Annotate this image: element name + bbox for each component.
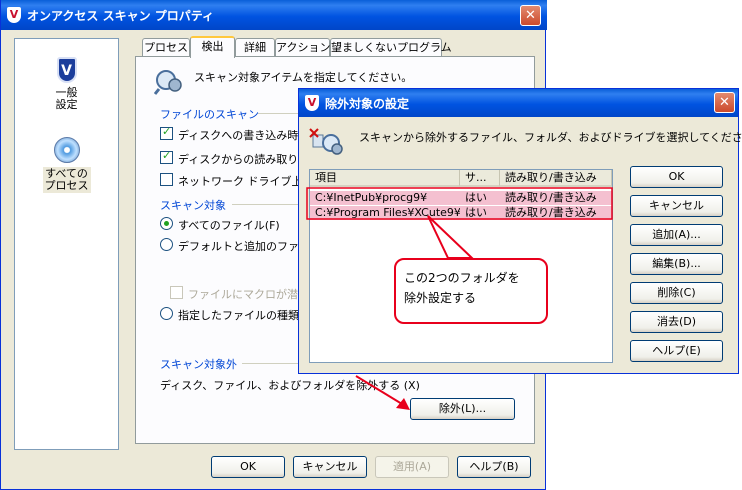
close-button[interactable]: ✕	[520, 5, 541, 26]
apply-button: 適用(A)	[375, 456, 449, 478]
all-files-radio[interactable]	[160, 217, 173, 230]
list-item-subfolders: はい	[465, 206, 487, 219]
sidebar-item-all-processes[interactable]: すべての プロセス	[15, 137, 118, 193]
dialog-close-button[interactable]: ✕	[714, 92, 735, 113]
network-scan-checkbox[interactable]	[160, 173, 173, 186]
app-shield-icon: V	[305, 95, 319, 111]
read-scan-label: ディスクからの読み取り時(	[178, 153, 314, 166]
dialog-title: 除外対象の設定	[325, 97, 410, 111]
macro-checkbox	[170, 286, 183, 299]
list-item[interactable]: C:¥InetPub¥procg9¥ はい 読み取り/書き込み	[310, 191, 612, 205]
column-header-subfolders[interactable]: サ...	[460, 170, 500, 187]
tab-unwanted-programs[interactable]: 望ましくないプログラム	[330, 38, 452, 57]
write-scan-label: ディスクへの書き込み時(	[178, 129, 303, 142]
list-item-read-write: 読み取り/書き込み	[505, 206, 597, 219]
exclusions-group-label: スキャン対象外	[160, 358, 237, 371]
help-button[interactable]: ヘルプ(B)	[457, 456, 531, 478]
sidebar: V 一般 設定 すべての プロセス	[14, 38, 119, 450]
list-item-path: C:¥InetPub¥procg9¥	[315, 191, 428, 204]
specified-types-radio[interactable]	[160, 307, 173, 320]
specified-types-label: 指定したファイルの種類(H	[178, 309, 312, 322]
window-title: オンアクセス スキャン プロパティ	[27, 9, 215, 23]
ok-button[interactable]: OK	[211, 456, 285, 478]
tab-detection[interactable]: 検出	[190, 36, 235, 58]
list-item[interactable]: C:¥Program Files¥XCute9¥ はい 読み取り/書き込み	[310, 206, 612, 220]
exclusions-description: ディスク、ファイル、およびフォルダを除外する (X)	[160, 377, 420, 393]
cancel-button[interactable]: キャンセル	[293, 456, 367, 478]
dialog-help-button[interactable]: ヘルプ(E)	[630, 340, 723, 362]
callout-text: この2つのフォルダを 除外設定する	[404, 271, 520, 305]
tab-advanced[interactable]: 詳細	[235, 38, 275, 57]
panel-header-text: スキャン対象アイテムを指定してください。	[194, 71, 413, 84]
exclusions-dialog: V 除外対象の設定 ✕ スキャンから除外するファイル、フォルダ、およびドライブを…	[298, 88, 742, 374]
column-header-read-write[interactable]: 読み取り/書き込み	[500, 170, 612, 187]
app-shield-icon: V	[7, 7, 21, 23]
shield-v-icon: V	[56, 57, 77, 83]
close-icon: ✕	[719, 95, 730, 110]
exclude-button[interactable]: 除外(L)...	[410, 398, 515, 420]
close-icon: ✕	[525, 8, 536, 23]
sidebar-item-general-settings[interactable]: V 一般 設定	[15, 57, 118, 111]
dialog-ok-button[interactable]: OK	[630, 166, 723, 188]
column-header-item[interactable]: 項目	[310, 170, 460, 187]
list-item-subfolders: はい	[465, 191, 487, 204]
add-button[interactable]: 追加(A)...	[630, 224, 723, 246]
list-item-path: C:¥Program Files¥XCute9¥	[315, 206, 460, 219]
dialog-instruction: スキャンから除外するファイル、フォルダ、およびドライブを選択してください。	[359, 131, 742, 144]
sidebar-item-label: 一般 設定	[55, 86, 78, 111]
magnifier-gear-icon	[154, 70, 182, 95]
disc-icon	[53, 137, 80, 163]
file-scan-group-label: ファイルのスキャン	[160, 108, 259, 121]
read-scan-checkbox[interactable]	[160, 149, 173, 164]
sidebar-item-label: すべての プロセス	[42, 167, 91, 193]
dialog-title-bar[interactable]: V 除外対象の設定 ✕	[299, 89, 738, 117]
clear-button[interactable]: 消去(D)	[630, 311, 723, 333]
exclude-files-icon	[309, 128, 343, 155]
exclusions-description-suffix: (X)	[403, 379, 420, 392]
tab-process[interactable]: プロセス	[142, 38, 190, 57]
dialog-cancel-button[interactable]: キャンセル	[630, 195, 723, 217]
tab-actions[interactable]: アクション	[275, 38, 330, 57]
annotation-callout: この2つのフォルダを 除外設定する	[394, 258, 548, 324]
default-files-radio[interactable]	[160, 238, 173, 251]
edit-button[interactable]: 編集(B)...	[630, 253, 723, 275]
list-item-read-write: 読み取り/書き込み	[505, 191, 597, 204]
delete-button[interactable]: 削除(C)	[630, 282, 723, 304]
scan-target-group-label: スキャン対象	[160, 199, 226, 212]
all-files-label: すべてのファイル(F)	[178, 219, 280, 232]
exclusions-description-text: ディスク、ファイル、およびフォルダを除外する	[160, 379, 401, 392]
main-title-bar[interactable]: V オンアクセス スキャン プロパティ ✕	[1, 0, 547, 30]
write-scan-checkbox[interactable]	[160, 125, 173, 140]
